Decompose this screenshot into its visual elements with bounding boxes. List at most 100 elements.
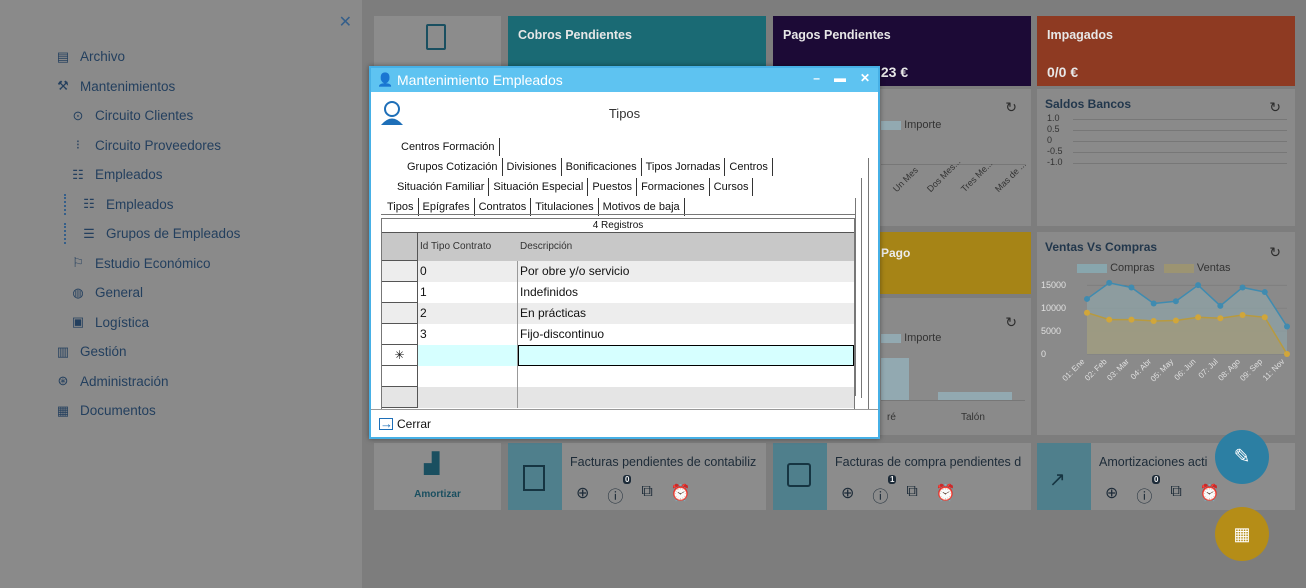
info-icon[interactable]: ⓘ 0 [1136,475,1161,507]
tab-divisiones[interactable]: Divisiones [503,158,562,176]
add-icon[interactable]: ⊕ [1105,483,1118,507]
logistics-icon: ▣ [71,314,85,330]
data-point[interactable] [1284,323,1290,330]
tab-grupos-cotización[interactable]: Grupos Cotización [403,158,503,176]
alarm-icon[interactable]: ⏰ [936,483,956,507]
tab-situación-especial[interactable]: Situación Especial [489,178,589,196]
row-selector[interactable] [382,261,418,282]
minimize-button[interactable]: – [813,71,820,85]
data-point[interactable] [1172,298,1179,305]
cell-descripcion[interactable]: Indefinidos [518,282,854,303]
table-row[interactable]: 0 Por obre y/o servicio [382,261,854,282]
refresh-icon[interactable]: ↻ [1005,99,1017,116]
grid-icon: ▦ [1233,524,1251,544]
cell-id[interactable]: 1 [418,282,518,303]
cell-id[interactable]: 3 [418,324,518,345]
data-point[interactable] [1195,314,1202,321]
sidebar-item[interactable]: ◍ General [54,278,240,308]
tab-centros[interactable]: Centros [725,158,773,176]
data-point[interactable] [1150,300,1157,307]
gridline [1073,130,1287,131]
info-icon[interactable]: ⓘ 0 [607,475,632,507]
data-point[interactable] [1217,302,1224,309]
cell-id[interactable] [418,345,518,366]
cell-id[interactable]: 0 [418,261,518,282]
sidebar-item[interactable]: ☷ Empleados [54,190,240,220]
data-point[interactable] [1128,284,1135,291]
sidebar-item[interactable]: ⚐ Estudio Económico [54,249,240,279]
data-point[interactable] [1084,295,1090,302]
alarm-icon[interactable]: ⏰ [1200,483,1220,507]
table-row[interactable]: 2 En prácticas [382,303,854,324]
sidebar-item[interactable]: ⊛ Administración [54,367,240,397]
tab-puestos[interactable]: Puestos [588,178,638,196]
table-row[interactable]: 1 Indefinidos [382,282,854,303]
column-header-descripcion[interactable]: Descripción [518,233,854,261]
new-row[interactable]: ✳ [382,345,854,366]
kpi-impagados[interactable]: Impagados 0/0 € [1037,16,1295,86]
data-point[interactable] [1239,312,1246,318]
cell-descripcion[interactable]: Por obre y/o servicio [518,261,854,282]
facturas-compra-card[interactable]: Facturas de compra pendientes d ⊕ ⓘ 1 ⧉ ⏰ [773,443,1031,510]
sidebar-item[interactable]: ▤ Archivo [54,42,240,72]
data-point[interactable] [1106,279,1113,286]
grid-fab-button[interactable]: ▦ [1215,507,1269,561]
refresh-icon[interactable]: ↻ [1269,244,1281,261]
sidebar-item[interactable]: ⊙ Circuito Clientes [54,101,240,131]
kpi-value: 0/0 € [1047,64,1079,80]
refresh-icon[interactable]: ↻ [1005,314,1017,331]
data-point[interactable] [1106,316,1113,323]
amortizar-card[interactable]: ▟ Amortizar [374,443,501,510]
data-point[interactable] [1239,284,1246,291]
row-selector[interactable] [382,324,418,345]
sidebar-item[interactable]: ⚒ Mantenimientos [54,72,240,102]
data-point[interactable] [1261,314,1268,321]
cell-id[interactable]: 2 [418,303,518,324]
column-header-id[interactable]: Id Tipo Contrato [418,233,518,261]
close-button[interactable]: ✕ [860,71,870,85]
data-point[interactable] [1284,351,1290,357]
table-row[interactable]: 3 Fijo-discontinuo [382,324,854,345]
row-selector[interactable] [382,282,418,303]
tab-formaciones[interactable]: Formaciones [637,178,710,196]
sidebar-item[interactable]: ▥ Gestión [54,337,240,367]
facturas-pendientes-card[interactable]: Facturas pendientes de contabiliz ⊕ ⓘ 0 ⧉… [508,443,766,510]
cerrar-button[interactable]: → Cerrar [371,409,878,437]
open-external-icon[interactable]: ⧉ [1170,483,1181,507]
sidebar-item-label: Empleados [95,167,163,183]
sidebar-item[interactable]: ▣ Logística [54,308,240,338]
data-point[interactable] [1084,309,1090,316]
cell-descripcion[interactable]: En prácticas [518,303,854,324]
tab-tipos-jornadas[interactable]: Tipos Jornadas [642,158,726,176]
data-point[interactable] [1217,315,1224,322]
maximize-button[interactable]: ▬ [834,71,846,85]
add-icon[interactable]: ⊕ [576,483,589,507]
row-selector[interactable] [382,303,418,324]
data-point[interactable] [1150,317,1157,324]
sidebar-item[interactable]: ⁝ Circuito Proveedores [54,131,240,161]
sidebar-item[interactable]: ☰ Grupos de Empleados [54,219,240,249]
tab-situación-familiar[interactable]: Situación Familiar [393,178,490,196]
sidebar-menu: ▤ Archivo ⚒ Mantenimientos ⊙ Circuito Cliente… [54,42,240,426]
open-external-icon[interactable]: ⧉ [906,483,917,507]
data-point[interactable] [1261,289,1268,296]
kpi-value: .23 € [877,64,909,80]
tab-underline [381,214,855,215]
sidebar-item[interactable]: ▦ Documentos [54,396,240,426]
open-external-icon[interactable]: ⧉ [641,483,652,507]
data-point[interactable] [1172,317,1179,324]
close-icon[interactable]: ✕ [339,12,352,32]
cell-descripcion-input[interactable] [518,345,854,366]
tab-row: Centros Formación [397,138,500,156]
add-icon[interactable]: ⊕ [841,483,854,507]
edit-fab-button[interactable]: ✎ [1215,430,1269,484]
tab-centros-formación[interactable]: Centros Formación [397,138,500,156]
cell-descripcion[interactable]: Fijo-discontinuo [518,324,854,345]
alarm-icon[interactable]: ⏰ [671,483,691,507]
tab-bonificaciones[interactable]: Bonificaciones [562,158,642,176]
data-point[interactable] [1195,282,1202,289]
sidebar-item[interactable]: ☷ Empleados [54,160,240,190]
tab-cursos[interactable]: Cursos [710,178,754,196]
data-point[interactable] [1128,316,1135,323]
info-icon[interactable]: ⓘ 1 [872,475,897,507]
